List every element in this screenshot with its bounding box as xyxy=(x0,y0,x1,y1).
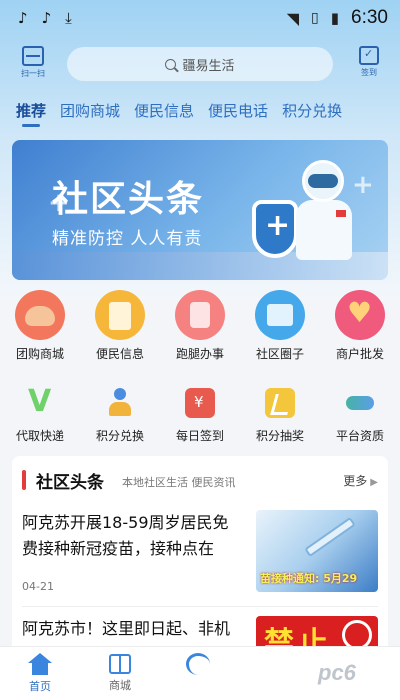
doctor-illustration xyxy=(252,156,368,274)
person-icon xyxy=(105,388,135,418)
v-icon xyxy=(25,384,55,419)
signin-button[interactable]: 签到 xyxy=(353,46,385,78)
section-accent-bar xyxy=(22,470,26,490)
syringe-icon xyxy=(304,516,356,558)
news-subtitle: 本地社区生活 便民资讯 xyxy=(122,476,236,489)
watermark: pc6 xyxy=(318,660,356,685)
app-header: 扫一扫 疆易生活 签到 xyxy=(0,44,400,86)
tiktok-icon: ♪ xyxy=(18,9,28,27)
tab-recommend[interactable]: 推荐 xyxy=(16,100,46,127)
thumbnail-caption: 苗接种通知: 5月29 xyxy=(260,572,358,585)
scan-icon xyxy=(22,46,44,66)
shop-icon xyxy=(255,290,305,340)
grid-item-express[interactable]: 代取快递 xyxy=(4,382,76,444)
thumbnail-text: 禁止 xyxy=(264,626,332,646)
nav-third[interactable] xyxy=(168,653,228,678)
tiktok-icon: ♪ xyxy=(41,9,52,27)
service-grid-row-2: 代取快递 积分兑换 每日签到 积分抽奖 平台资质 xyxy=(0,382,400,444)
divider xyxy=(22,606,378,607)
promo-banner[interactable]: + + 社区头条 精准防控 人人有责 xyxy=(12,140,388,280)
chicken-icon xyxy=(15,290,65,340)
prohibited-icon xyxy=(342,620,372,646)
status-bar: ♪ ♪ ⤓ ◥ ▯ ▮ 6:30 xyxy=(0,0,400,36)
news-item-date: 04-21 xyxy=(22,580,54,593)
grid-item-community[interactable]: 社区圈子 xyxy=(244,290,316,362)
gift-icon xyxy=(109,654,131,674)
grid-item-group-buy[interactable]: 团购商城 xyxy=(4,290,76,362)
news-item-title-line: 阿克苏开展18-59周岁居民免 xyxy=(22,513,229,532)
grid-item-errand[interactable]: 跑腿办事 xyxy=(164,290,236,362)
news-item[interactable]: 阿克苏开展18-59周岁居民免 费接种新冠疫苗，接种点在 04-21 苗接种通知… xyxy=(22,510,378,600)
nav-home[interactable]: 首页 xyxy=(10,653,70,694)
scan-button[interactable]: 扫一扫 xyxy=(16,46,50,79)
grid-item-points-exchange[interactable]: 积分兑换 xyxy=(84,382,156,444)
tab-points[interactable]: 积分兑换 xyxy=(282,100,342,127)
news-item-title-line: 费接种新冠疫苗，接种点在 xyxy=(22,539,215,558)
banner-title: 社区头条 xyxy=(52,179,205,220)
heart-icon xyxy=(335,290,385,340)
search-icon xyxy=(165,58,177,70)
search-placeholder: 疆易生活 xyxy=(182,58,235,74)
red-envelope-icon xyxy=(185,388,215,418)
download-icon: ⤓ xyxy=(65,9,72,27)
news-header: 社区头条 本地社区生活 便民资讯 更多 ▶ xyxy=(22,468,378,493)
grid-item-wholesale[interactable]: 商户批发 xyxy=(324,290,396,362)
tab-group-buy[interactable]: 团购商城 xyxy=(60,100,120,127)
handshake-icon xyxy=(345,388,375,418)
category-tabs: 推荐 团购商城 便民信息 便民电话 积分兑换 xyxy=(16,100,342,127)
news-item-thumbnail: 禁止 xyxy=(256,616,378,646)
banner-subtitle: 精准防控 人人有责 xyxy=(52,229,203,249)
nav-mall[interactable]: 商城 xyxy=(90,653,150,693)
signin-label: 签到 xyxy=(361,68,377,77)
news-title: 社区头条 xyxy=(36,472,104,493)
news-item-thumbnail: 苗接种通知: 5月29 xyxy=(256,510,378,592)
clock: 6:30 xyxy=(351,7,388,28)
service-grid-row-1: 团购商城 便民信息 跑腿办事 社区圈子 商户批发 xyxy=(0,290,400,362)
scan-label: 扫一扫 xyxy=(21,69,45,78)
grid-item-info[interactable]: 便民信息 xyxy=(84,290,156,362)
grid-item-lottery[interactable]: 积分抽奖 xyxy=(244,382,316,444)
errand-icon xyxy=(175,290,225,340)
search-input[interactable]: 疆易生活 xyxy=(67,47,333,81)
wifi-icon: ◥ xyxy=(286,8,300,28)
tab-phone[interactable]: 便民电话 xyxy=(208,100,268,127)
loading-icon xyxy=(186,653,210,675)
calendar-check-icon xyxy=(359,46,379,65)
more-link[interactable]: 更多 ▶ xyxy=(343,472,378,489)
battery-icon: ▮ xyxy=(330,9,340,27)
no-sim-icon: ▯ xyxy=(311,10,319,26)
news-section: 社区头条 本地社区生活 便民资讯 更多 ▶ 阿克苏开展18-59周岁居民免 费接种… xyxy=(12,456,388,646)
shopping-bag-icon xyxy=(95,290,145,340)
news-item-title-line: 阿克苏市！这里即日起、非机 xyxy=(22,619,231,638)
grid-item-daily-signin[interactable]: 每日签到 xyxy=(164,382,236,444)
shield-icon xyxy=(252,200,298,258)
grid-item-qualification[interactable]: 平台资质 xyxy=(324,382,396,444)
note-icon xyxy=(265,388,295,418)
tab-info[interactable]: 便民信息 xyxy=(134,100,194,127)
triangle-right-icon: ▶ xyxy=(370,476,378,488)
home-icon xyxy=(28,653,52,675)
